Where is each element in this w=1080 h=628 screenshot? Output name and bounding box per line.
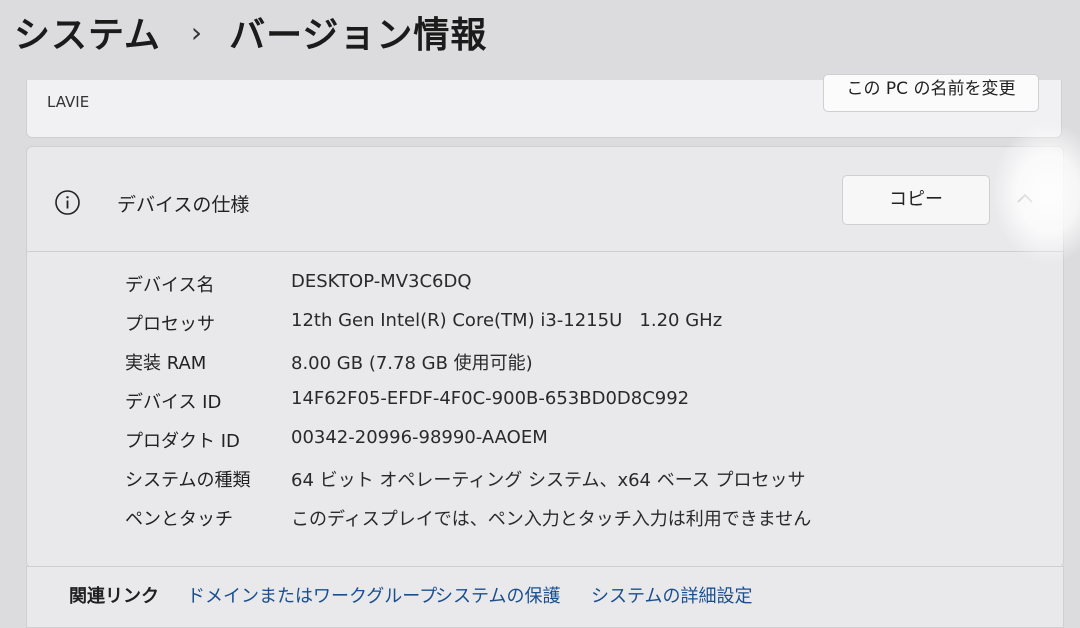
device-spec-list: デバイス名 DESKTOP-MV3C6DQ プロセッサ 12th Gen Int… [125,264,1025,537]
spec-value: 8.00 GB (7.78 GB 使用可能) [291,353,533,374]
spec-row-device-name: デバイス名 DESKTOP-MV3C6DQ [125,264,1025,303]
related-links-label: 関連リンク [69,586,159,607]
breadcrumb-parent[interactable]: システム [14,6,161,58]
spec-value: 64 ビット オペレーティング システム、x64 ベース プロセッサ [291,470,806,491]
spec-row-ram: 実装 RAM 8.00 GB (7.78 GB 使用可能) [125,342,1025,381]
spec-label: デバイス ID [125,392,222,413]
spec-row-processor: プロセッサ 12th Gen Intel(R) Core(TM) i3-1215… [125,303,1025,342]
spec-label: ペンとタッチ [125,509,233,530]
rename-pc-button[interactable]: この PC の名前を変更 [823,74,1039,112]
spec-row-system-type: システムの種類 64 ビット オペレーティング システム、x64 ベース プロセ… [125,459,1025,498]
info-icon [55,190,80,215]
spec-value: 14F62F05-EFDF-4F0C-900B-653BD0D8C992 [291,388,690,409]
spec-value: 12th Gen Intel(R) Core(TM) i3-1215U 1.20… [291,310,723,331]
page-title: バージョン情報 [229,15,488,56]
spec-label: プロセッサ [125,314,215,335]
spec-value: 00342-20996-98990-AAOEM [291,427,548,448]
device-spec-card: デバイスの仕様 コピー デバイス名 DESKTOP-MV3C6DQ プロセッサ … [26,123,1080,568]
system-protection-link[interactable]: システムの保護 [435,582,560,608]
spec-label: プロダクト ID [125,431,240,452]
spec-row-device-id: デバイス ID 14F62F05-EFDF-4F0C-900B-653BD0D8… [125,381,1025,420]
breadcrumb-separator: › [190,15,204,49]
device-subtitle: LAVIE [47,93,90,111]
copy-button[interactable]: コピー [842,175,990,225]
device-name-card: LAVIE この PC の名前を変更 [26,74,1062,138]
spec-value: DESKTOP-MV3C6DQ [291,271,472,292]
spec-label: 実装 RAM [125,353,207,374]
breadcrumb: システム › バージョン情報 [14,6,487,58]
domain-workgroup-link[interactable]: ドメインまたはワークグループ [187,582,437,608]
spec-label: システムの種類 [125,470,251,491]
spec-value: このディスプレイでは、ペン入力とタッチ入力は利用できません [291,509,812,530]
device-spec-header[interactable]: デバイスの仕様 コピー [27,123,1080,263]
spec-row-product-id: プロダクト ID 00342-20996-98990-AAOEM [125,420,1025,459]
spec-row-pen-touch: ペンとタッチ このディスプレイでは、ペン入力とタッチ入力は利用できません [125,498,1025,537]
related-links-bar: 関連リンク ドメインまたはワークグループ システムの保護 システムの詳細設定 [26,566,1064,628]
spec-label: デバイス名 [125,275,215,296]
device-spec-title: デバイスの仕様 [117,194,250,216]
advanced-system-settings-link[interactable]: システムの詳細設定 [591,582,752,608]
chevron-up-icon[interactable] [1013,189,1037,209]
